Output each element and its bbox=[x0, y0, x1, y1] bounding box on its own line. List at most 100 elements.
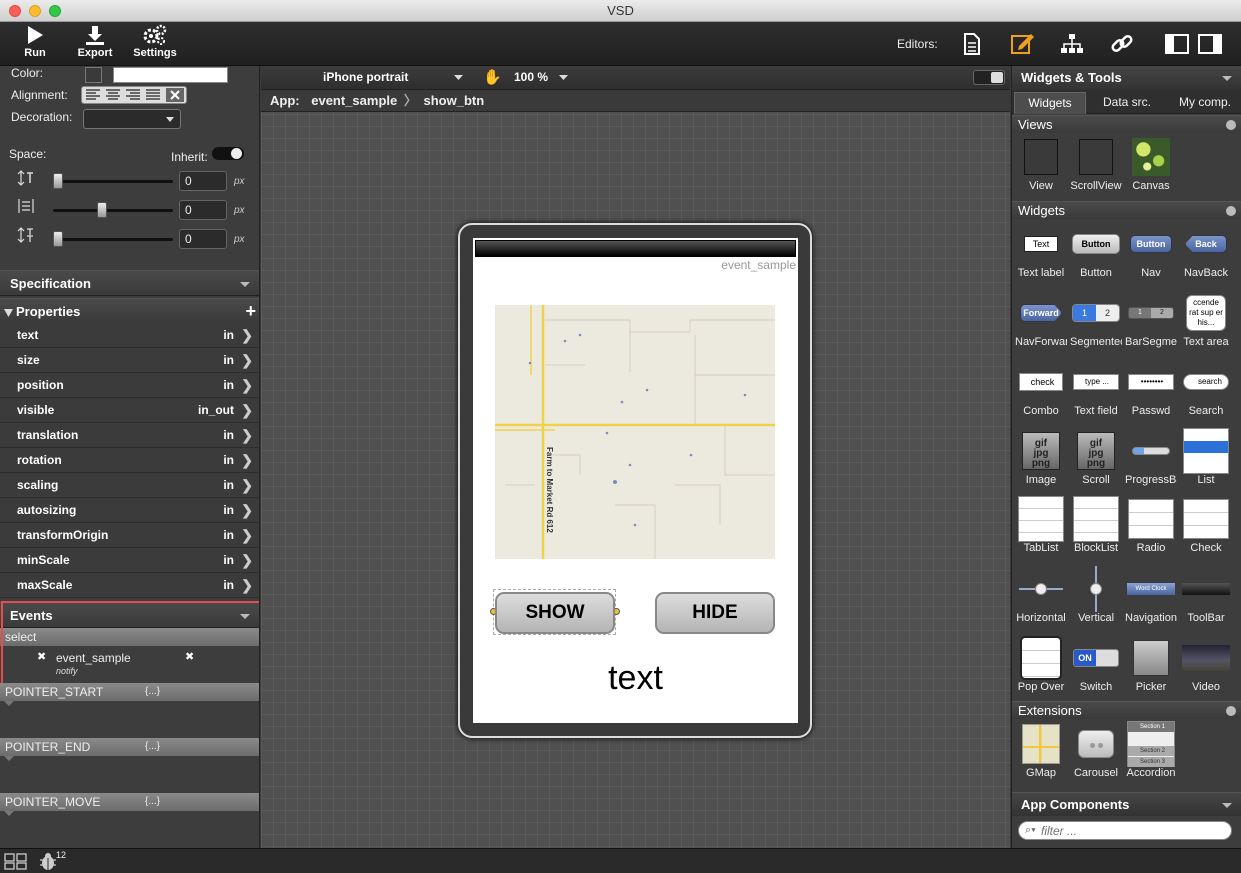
text-label-widget[interactable]: text bbox=[473, 659, 798, 698]
widget-tile-navigation[interactable]: Word Clock Navigation bbox=[1125, 570, 1177, 624]
property-row-position[interactable]: position in ❯ bbox=[0, 373, 259, 398]
widget-tile-accordion[interactable]: Section 1 Section 2 Section 3 Accordion bbox=[1125, 721, 1177, 779]
hierarchy-editor-icon[interactable] bbox=[1059, 32, 1085, 56]
vertical-spacing-input[interactable]: 0 bbox=[179, 171, 227, 191]
widget-tile-text-area[interactable]: ccende rat sup er his... Text area bbox=[1180, 294, 1232, 348]
run-button[interactable]: Run bbox=[14, 24, 56, 59]
widget-tile-combo[interactable]: check Combo bbox=[1015, 363, 1067, 417]
widget-tile-barsegmer[interactable]: 1 2 BarSegmer bbox=[1125, 294, 1177, 348]
line-spacing-slider[interactable] bbox=[53, 231, 173, 247]
slider-handle[interactable] bbox=[97, 202, 107, 218]
chevron-down-icon[interactable] bbox=[559, 75, 568, 81]
widget-tile-radio[interactable]: Radio bbox=[1125, 499, 1177, 554]
chevron-right-icon[interactable]: ❯ bbox=[241, 348, 253, 373]
chevron-right-icon[interactable]: ❯ bbox=[241, 448, 253, 473]
document-editor-icon[interactable] bbox=[962, 32, 982, 56]
property-row-size[interactable]: size in ❯ bbox=[0, 348, 259, 373]
chevron-right-icon[interactable]: ❯ bbox=[241, 498, 253, 523]
chevron-right-icon[interactable]: ❯ bbox=[241, 548, 253, 573]
chevron-right-icon[interactable]: ❯ bbox=[241, 423, 253, 448]
event-pointer-start[interactable]: POINTER_START {...} bbox=[0, 683, 259, 701]
widget-tile-canvas[interactable]: Canvas bbox=[1125, 138, 1177, 192]
widget-tile-navforwar[interactable]: Forward NavForwar bbox=[1015, 294, 1067, 348]
app-components-header[interactable]: App Components bbox=[1012, 792, 1241, 816]
breadcrumb-item[interactable]: event_sample bbox=[311, 93, 397, 108]
event-select-bar[interactable]: select bbox=[0, 628, 259, 646]
widgets-tools-header[interactable]: Widgets & Tools bbox=[1012, 66, 1241, 90]
bug-icon[interactable] bbox=[38, 852, 58, 871]
widget-tile-video[interactable]: Video bbox=[1180, 639, 1232, 693]
property-row-autosizing[interactable]: autosizing in ❯ bbox=[0, 498, 259, 523]
widget-tile-blocklist[interactable]: BlockList bbox=[1070, 496, 1122, 554]
widget-tile-segmentec[interactable]: 1 2 Segmentec bbox=[1070, 294, 1122, 348]
property-row-transformOrigin[interactable]: transformOrigin in ❯ bbox=[0, 523, 259, 548]
hand-tool-icon[interactable]: ✋ bbox=[483, 68, 502, 86]
property-row-rotation[interactable]: rotation in ❯ bbox=[0, 448, 259, 473]
widget-tile-tablist[interactable]: TabList bbox=[1015, 496, 1067, 554]
zoom-select[interactable]: 100 % bbox=[514, 70, 548, 84]
chevron-right-icon[interactable]: ❯ bbox=[241, 398, 253, 423]
add-property-icon[interactable]: + bbox=[245, 298, 256, 324]
widget-tile-progressba[interactable]: ProgressBa bbox=[1125, 432, 1177, 486]
chevron-right-icon[interactable]: ❯ bbox=[241, 573, 253, 598]
widget-tile-pop-over[interactable]: Pop Over bbox=[1015, 636, 1067, 693]
device-screen[interactable]: event_sample Farm to Market Rd 612 SHOW … bbox=[473, 238, 798, 723]
widget-tile-scroll[interactable]: gif jpg png Scroll bbox=[1070, 432, 1122, 486]
hide-button[interactable]: HIDE bbox=[655, 592, 775, 634]
slider-handle[interactable] bbox=[53, 231, 63, 247]
widget-tile-switch[interactable]: ON Switch bbox=[1070, 639, 1122, 693]
event-handler-row[interactable]: ✖ event_sample notify ✖ bbox=[0, 646, 259, 682]
inherit-toggle[interactable] bbox=[212, 147, 244, 160]
decoration-select[interactable] bbox=[83, 109, 181, 129]
tab-data-sources[interactable]: Data src. bbox=[1090, 92, 1164, 114]
remove-handler-icon[interactable]: ✖ bbox=[185, 650, 194, 663]
export-button[interactable]: Export bbox=[72, 24, 118, 59]
widget-tile-scrollview[interactable]: ScrollView bbox=[1070, 138, 1122, 192]
filter-text-field[interactable] bbox=[1041, 823, 1221, 838]
color-value-field[interactable] bbox=[113, 67, 228, 83]
letter-spacing-input[interactable]: 0 bbox=[179, 200, 227, 220]
widget-tile-gmap[interactable]: GMap bbox=[1015, 724, 1067, 779]
widgets-section-header[interactable]: Widgets bbox=[1012, 201, 1241, 219]
property-row-text[interactable]: text in ❯ bbox=[0, 323, 259, 348]
right-panel-toggle-icon[interactable] bbox=[1198, 34, 1222, 54]
widget-tile-toolbar[interactable]: ToolBar bbox=[1180, 570, 1232, 624]
device-select[interactable]: iPhone portrait bbox=[323, 70, 408, 84]
property-row-visible[interactable]: visible in_out ❯ bbox=[0, 398, 259, 423]
tab-widgets[interactable]: Widgets bbox=[1014, 92, 1086, 114]
design-editor-icon[interactable] bbox=[1009, 31, 1035, 57]
filter-input[interactable]: ⌕▾ bbox=[1018, 821, 1232, 840]
properties-header[interactable]: Properties + bbox=[0, 298, 259, 324]
widget-tile-list[interactable]: List bbox=[1180, 428, 1232, 486]
chevron-right-icon[interactable]: ❯ bbox=[241, 473, 253, 498]
line-spacing-input[interactable]: 0 bbox=[179, 229, 227, 249]
letter-spacing-slider[interactable] bbox=[53, 202, 173, 218]
widget-tile-view[interactable]: View bbox=[1015, 138, 1067, 192]
widget-tile-nav[interactable]: Button Nav bbox=[1125, 225, 1177, 279]
widget-tile-vertical[interactable]: Vertical bbox=[1070, 566, 1122, 624]
event-pointer-end[interactable]: POINTER_END {...} bbox=[0, 738, 259, 756]
views-section-header[interactable]: Views bbox=[1012, 115, 1241, 133]
preview-toggle[interactable] bbox=[973, 70, 1005, 85]
widget-tile-button[interactable]: Button Button bbox=[1070, 225, 1122, 279]
left-panel-toggle-icon[interactable] bbox=[1165, 34, 1189, 54]
events-header[interactable]: Events bbox=[0, 602, 259, 628]
vertical-spacing-slider[interactable] bbox=[53, 173, 173, 189]
settings-button[interactable]: Settings bbox=[128, 24, 182, 59]
show-button[interactable]: SHOW bbox=[495, 592, 615, 634]
widget-tile-carousel[interactable]: Carousel bbox=[1070, 725, 1122, 779]
breadcrumb-item[interactable]: show_btn bbox=[424, 93, 485, 108]
specification-header[interactable]: Specification bbox=[0, 270, 259, 296]
widget-tile-text-field[interactable]: type ... Text field bbox=[1070, 363, 1122, 417]
chevron-right-icon[interactable]: ❯ bbox=[241, 323, 253, 348]
tab-my-components[interactable]: My comp. bbox=[1168, 92, 1241, 114]
widget-tile-navback[interactable]: Back NavBack bbox=[1180, 225, 1232, 279]
chevron-right-icon[interactable]: ❯ bbox=[241, 373, 253, 398]
property-row-translation[interactable]: translation in ❯ bbox=[0, 423, 259, 448]
color-swatch[interactable] bbox=[85, 67, 102, 83]
widget-tile-text-label[interactable]: Text Text label bbox=[1015, 225, 1067, 279]
extensions-section-header[interactable]: Extensions bbox=[1012, 701, 1241, 719]
widget-tile-picker[interactable]: Picker bbox=[1125, 639, 1177, 693]
widget-tile-check[interactable]: Check bbox=[1180, 499, 1232, 554]
grid-view-icon[interactable] bbox=[4, 853, 28, 870]
